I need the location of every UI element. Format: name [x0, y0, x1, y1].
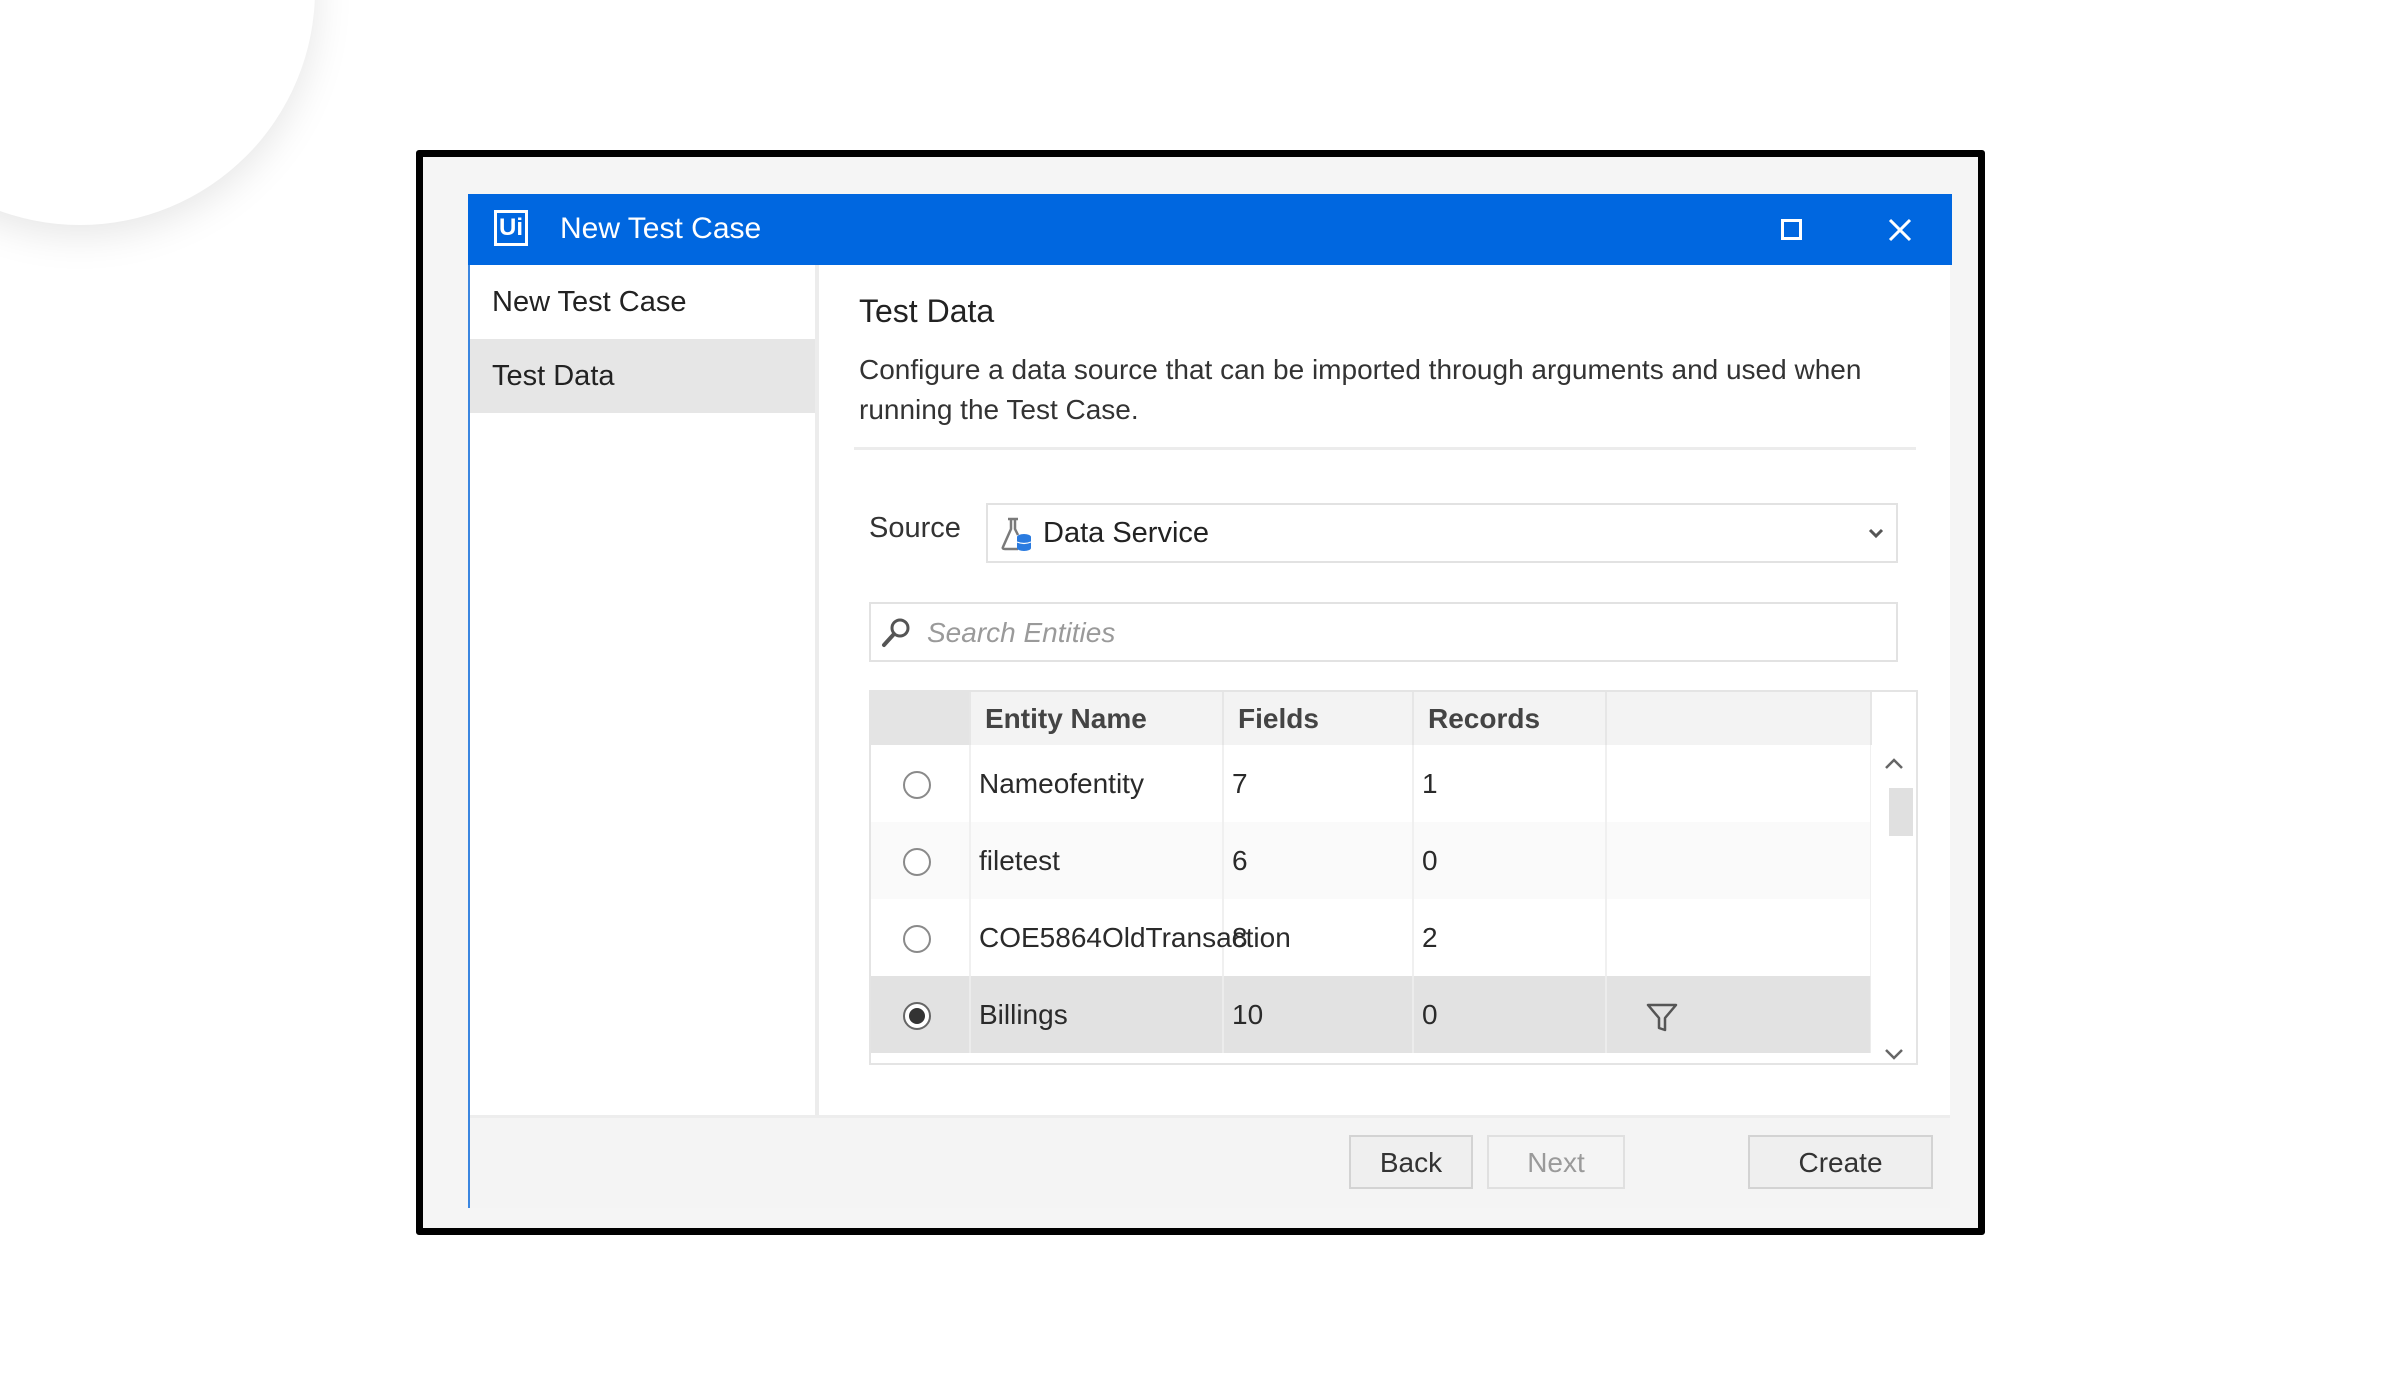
select-cell: [871, 899, 971, 976]
table-row-selected[interactable]: Billings 10 0: [871, 976, 1872, 1053]
fields-cell: 6: [1224, 822, 1414, 899]
source-selected-value: Data Service: [1043, 517, 1210, 549]
row-radio[interactable]: [903, 771, 931, 799]
dialog-footer: Back Next Create: [470, 1115, 1950, 1208]
row-radio[interactable]: [903, 925, 931, 953]
brand-badge: [0, 0, 315, 225]
fields-cell: 7: [1224, 745, 1414, 822]
table-row[interactable]: Nameofentity 7 1: [871, 745, 1872, 822]
column-header-fields[interactable]: Fields: [1224, 692, 1414, 745]
select-cell: [871, 745, 971, 822]
back-button[interactable]: Back: [1349, 1135, 1473, 1189]
records-cell: 0: [1414, 822, 1607, 899]
column-header-records[interactable]: Records: [1414, 692, 1607, 745]
new-test-case-dialog: Ui New Test Case New Test Case Test Data…: [468, 194, 1952, 1208]
entity-name-cell: Billings: [971, 976, 1224, 1053]
scrollbar-thumb[interactable]: [1889, 788, 1913, 836]
search-entities-field[interactable]: [869, 602, 1898, 662]
row-radio[interactable]: [903, 848, 931, 876]
fields-cell: 8: [1224, 899, 1414, 976]
actions-cell: [1607, 745, 1872, 822]
table-header: Entity Name Fields Records: [871, 692, 1872, 745]
close-icon: [1888, 218, 1912, 242]
close-button[interactable]: [1878, 208, 1922, 252]
select-cell: [871, 822, 971, 899]
table-scrollbar[interactable]: [1871, 745, 1916, 1063]
uipath-app-icon: Ui: [494, 210, 528, 246]
entity-name-cell: Nameofentity: [971, 745, 1224, 822]
test-data-panel: Test Data Configure a data source that c…: [819, 265, 1950, 1115]
dialog-title: New Test Case: [560, 212, 762, 245]
search-entities-input[interactable]: [925, 608, 1879, 658]
maximize-button[interactable]: [1770, 208, 1814, 252]
entity-name-cell: filetest: [971, 822, 1224, 899]
actions-cell: [1607, 899, 1872, 976]
scroll-down-icon[interactable]: [1883, 1047, 1905, 1061]
scroll-up-icon[interactable]: [1883, 757, 1905, 771]
table-row[interactable]: filetest 6 0: [871, 822, 1872, 899]
sidebar-item-new-test-case[interactable]: New Test Case: [470, 265, 815, 339]
records-cell: 1: [1414, 745, 1607, 822]
records-cell: 0: [1414, 976, 1607, 1053]
source-label: Source: [869, 512, 961, 544]
column-header-select: [871, 692, 971, 745]
column-header-actions: [1607, 692, 1872, 745]
row-radio-selected[interactable]: [903, 1002, 931, 1030]
divider: [854, 447, 1916, 450]
column-header-entity-name[interactable]: Entity Name: [971, 692, 1224, 745]
entity-name-cell: COE5864OldTransaction: [971, 899, 1291, 976]
next-button[interactable]: Next: [1487, 1135, 1625, 1189]
maximize-icon: [1781, 219, 1802, 240]
page-title: Test Data: [859, 293, 995, 329]
sidebar-item-test-data[interactable]: Test Data: [470, 339, 815, 413]
chevron-down-icon: [1868, 528, 1884, 539]
filter-icon[interactable]: [1645, 1000, 1679, 1034]
flask-database-icon: [1001, 517, 1032, 551]
search-icon: [882, 618, 910, 647]
create-button[interactable]: Create: [1748, 1135, 1933, 1189]
wizard-sidebar: New Test Case Test Data: [470, 265, 819, 1115]
source-dropdown[interactable]: Data Service: [986, 503, 1898, 563]
page-description: Configure a data source that can be impo…: [859, 354, 1862, 425]
select-cell: [871, 976, 971, 1053]
fields-cell: 10: [1224, 976, 1414, 1053]
actions-cell: [1607, 976, 1872, 1053]
title-bar: Ui New Test Case: [468, 194, 1952, 265]
records-cell: 2: [1414, 899, 1607, 976]
entities-table: Entity Name Fields Records Nameofentity …: [869, 690, 1918, 1065]
actions-cell: [1607, 822, 1872, 899]
table-row[interactable]: COE5864OldTransaction 8 2: [871, 899, 1872, 976]
